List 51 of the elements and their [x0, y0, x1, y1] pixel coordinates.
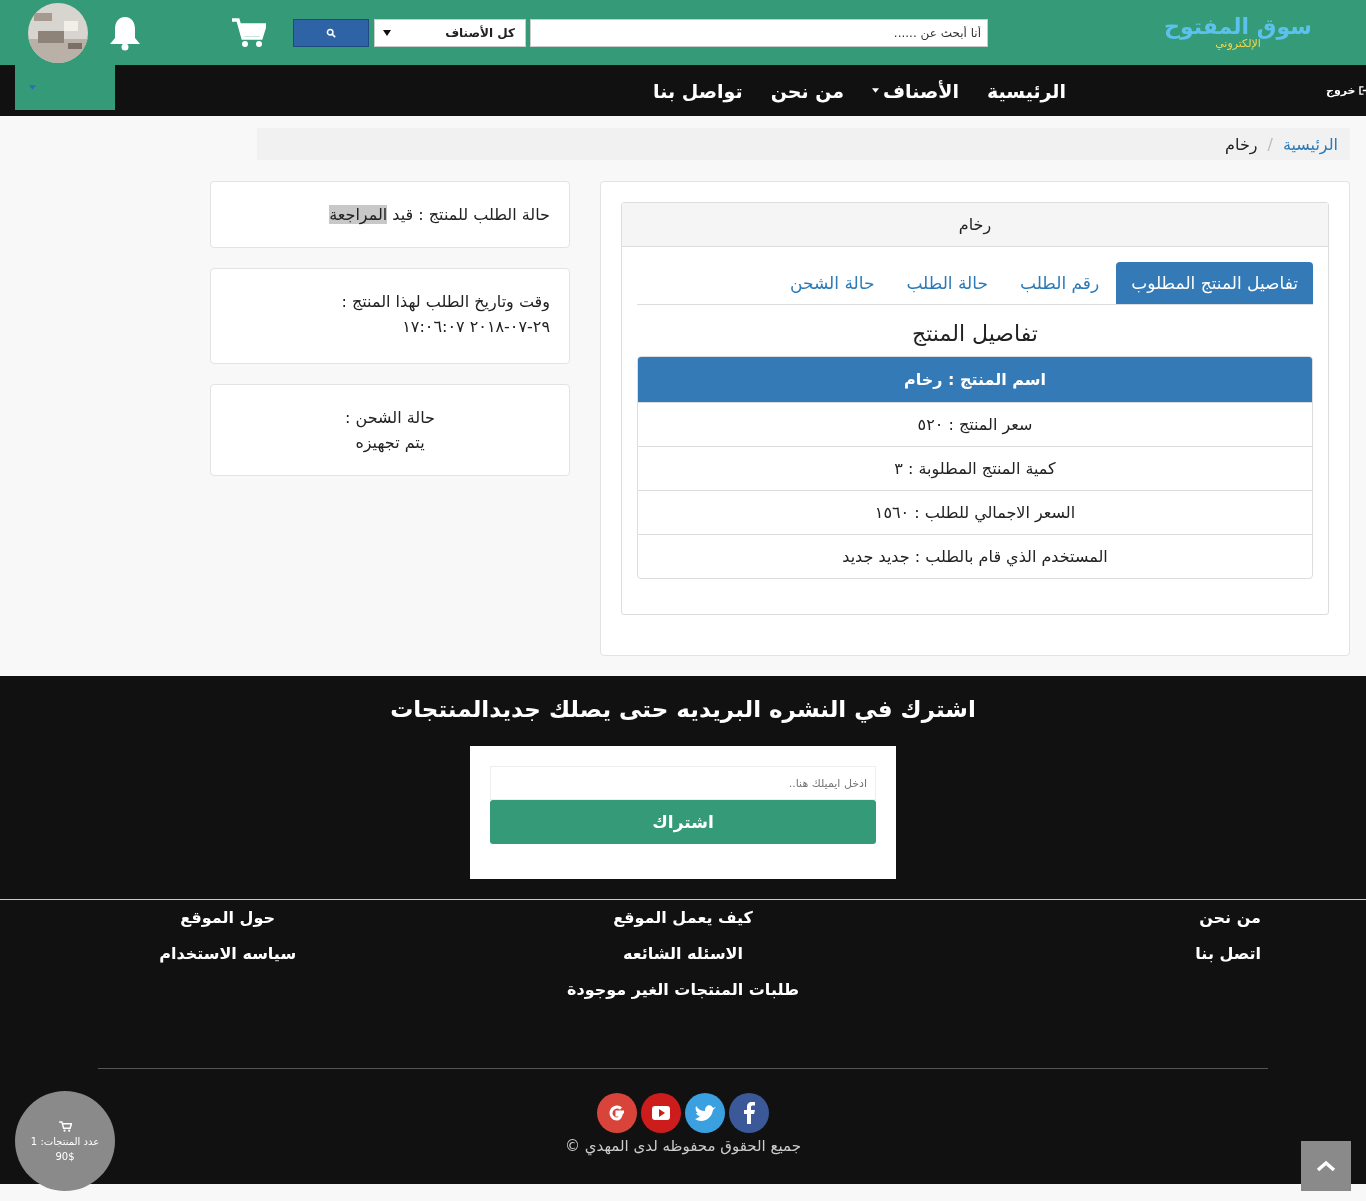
cart-icon — [58, 1120, 72, 1132]
cart-icon[interactable] — [232, 17, 266, 48]
bell-icon[interactable] — [108, 14, 142, 51]
date-time: ١٧:٠٦:٠٧ ٢٠١٨-٠٧-٢٩ — [401, 316, 550, 338]
google-icon[interactable] — [597, 1093, 637, 1133]
nav-link[interactable]: من نحن — [770, 79, 845, 102]
newsletter-title: اشترك في النشره البريديه حتى يصلك جديدالمنتجات — [389, 696, 977, 722]
caret-icon — [29, 85, 36, 90]
scroll-top-button[interactable] — [1301, 1141, 1351, 1191]
cart-total: 90$ — [55, 1150, 75, 1162]
card-value: يتم تجهيزه — [354, 432, 426, 455]
logout-icon — [1358, 86, 1366, 95]
footer-link[interactable]: من نحن — [1199, 908, 1261, 927]
breadcrumb-link[interactable]: الرئيسية — [1282, 134, 1338, 154]
tab[interactable]: حالة الشحن — [775, 262, 890, 304]
table-header: اسم المنتج : رخام — [638, 357, 1312, 402]
table-row: سعر المنتج : ٥٢٠ — [638, 402, 1312, 446]
tab[interactable]: رقم الطلب — [1004, 262, 1115, 304]
tab[interactable]: تفاصيل المنتج المطلوب — [1116, 262, 1313, 304]
footer-link[interactable]: سياسه الاستخدام — [159, 944, 297, 963]
footer-link[interactable]: طلبات المنتجات الغير موجودة — [567, 980, 799, 999]
tab[interactable]: حالة الطلب — [891, 262, 1003, 304]
category-select[interactable]: كل الأصناف — [374, 18, 526, 47]
table-row: المستخدم الذي قام بالطلب : جديد جديد — [638, 534, 1312, 578]
table-row: السعر الاجمالي للطلب : ١٥٦٠ — [638, 490, 1312, 534]
card-label: وقت وتاريخ الطلب لهذا المنتج : — [340, 291, 550, 314]
footer-link[interactable]: حول الموقع — [180, 908, 275, 927]
panel-title: رخام — [622, 203, 1328, 247]
section-heading: تفاصيل المنتج — [911, 321, 1039, 346]
logout-link[interactable]: خروج — [1326, 84, 1366, 97]
facebook-icon[interactable] — [729, 1093, 769, 1133]
chevron-up-icon — [1316, 1160, 1336, 1172]
nav-link[interactable]: الأصناف — [872, 79, 960, 102]
footer-link[interactable]: كيف يعمل الموقع — [613, 908, 753, 927]
bird-icon[interactable] — [685, 1093, 725, 1133]
status-text: حالة الطلب للمنتج : قيد المراجعة — [328, 204, 550, 227]
table-row: كمية المنتج المطلوبة : ٣ — [638, 446, 1312, 490]
breadcrumb-current: رخام — [1225, 134, 1258, 154]
search-icon — [326, 27, 336, 38]
breadcrumb-separator: / — [1267, 134, 1273, 154]
nav-link[interactable]: الرئيسية — [987, 79, 1066, 102]
copyright-text: جميع الحقوق محفوظه لدى المهدي © — [565, 1137, 801, 1155]
card-label: حالة الشحن : — [344, 407, 436, 430]
caret-icon — [383, 29, 391, 36]
search-button[interactable] — [293, 18, 369, 47]
email-field[interactable]: ادخل ايميلك هنا.. — [490, 766, 876, 800]
nav-link[interactable]: تواصل بنا — [653, 79, 743, 102]
footer-link[interactable]: اتصل بنا — [1195, 944, 1261, 963]
video-icon[interactable] — [641, 1093, 681, 1133]
cart-count: عدد المنتجات: 1 — [30, 1135, 100, 1147]
footer-link[interactable]: الاسئله الشائعه — [623, 944, 743, 963]
